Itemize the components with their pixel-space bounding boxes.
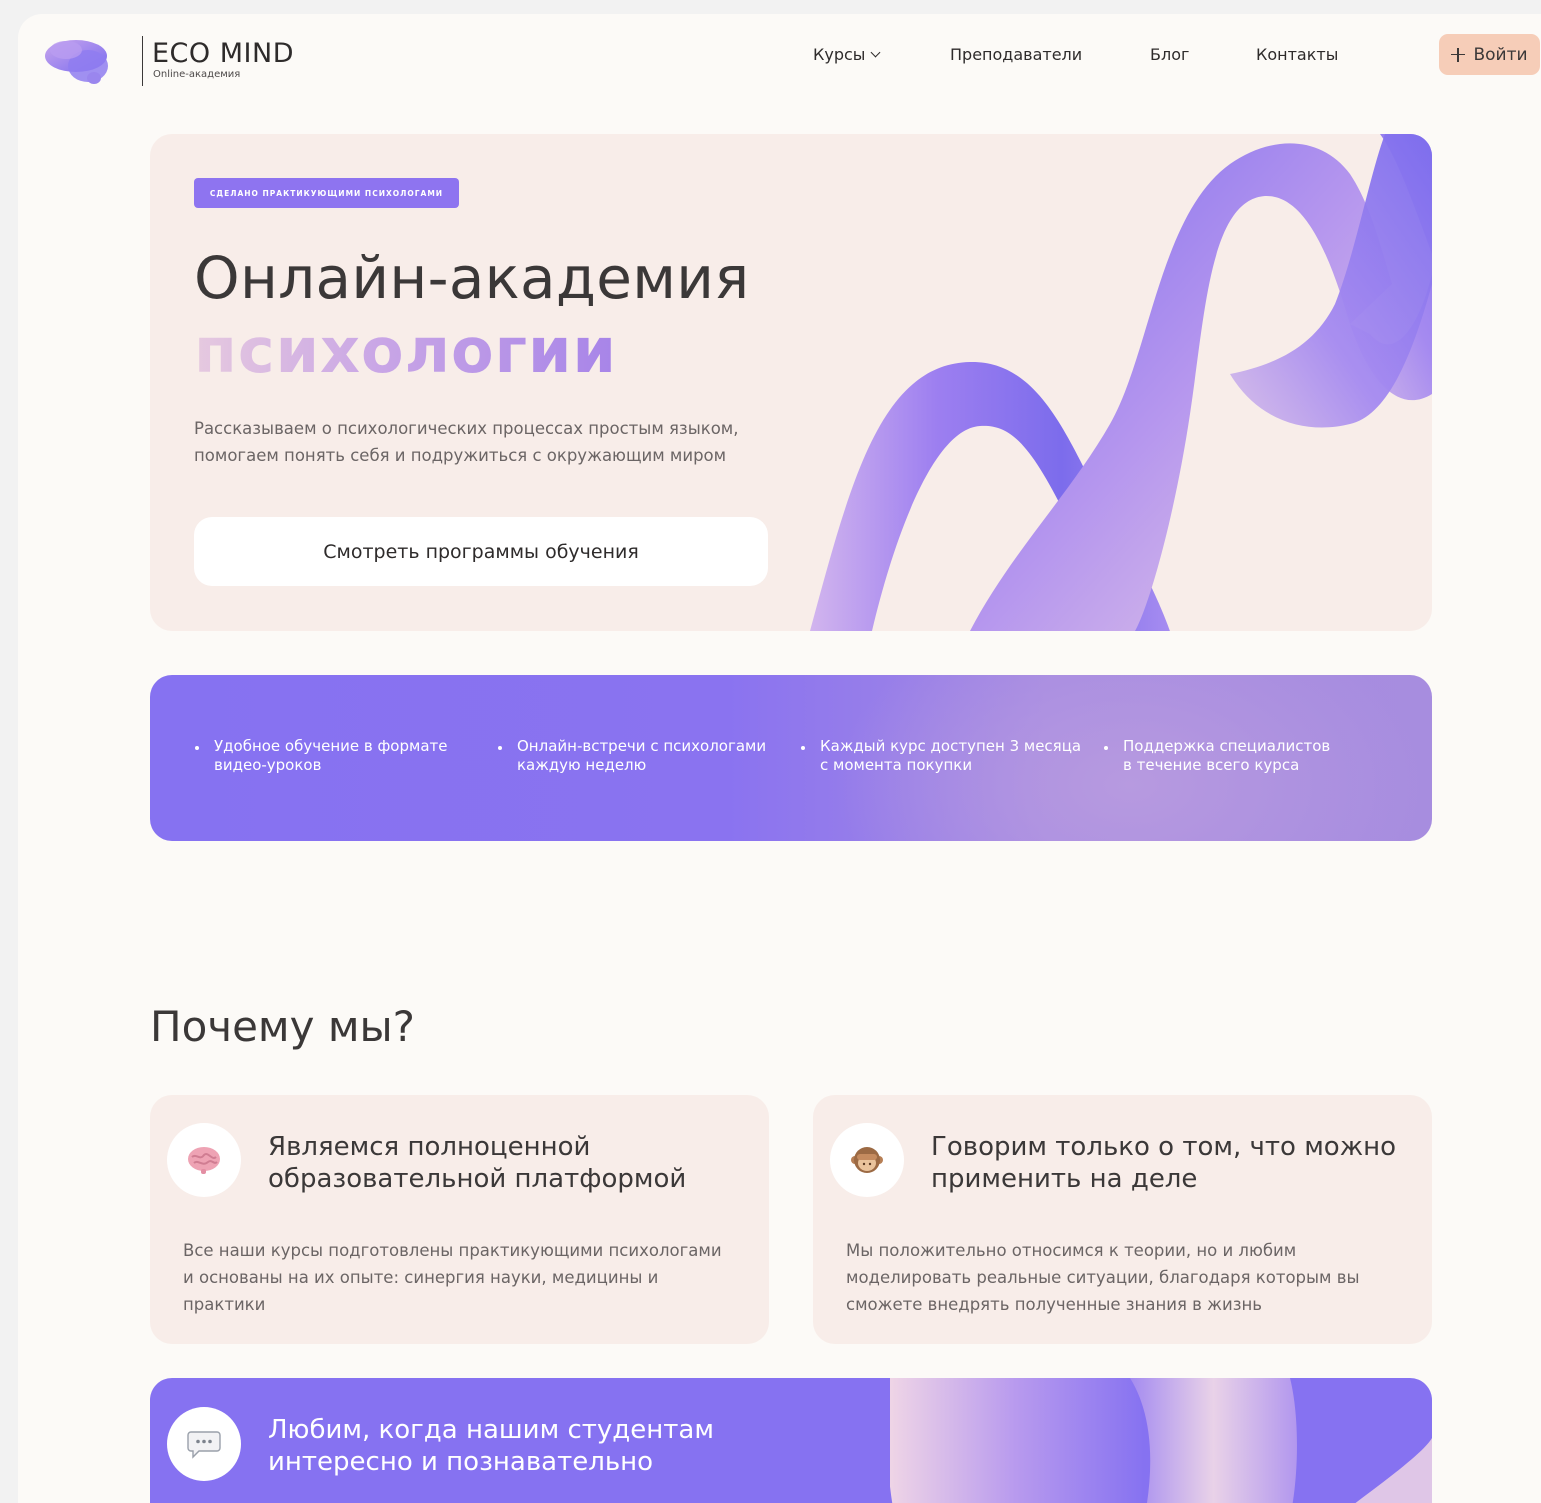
view-programs-button[interactable]: Смотреть программы обучения [194,517,768,586]
card-title-line: Являемся полноценной [268,1132,591,1162]
feature-line: Удобное обучение в формате [214,737,448,755]
hero-title-accent: психологии [194,314,617,387]
card-title-line: Говорим только о том, что можно [931,1132,1397,1162]
card-text-line: практики [183,1295,266,1314]
plus-icon [1451,47,1466,62]
card-text-line: и основаны на их опыте: синергия науки, … [183,1268,659,1287]
brand-name: ECO MIND [152,38,294,69]
card-text-line: моделировать реальные ситуации, благодар… [846,1268,1360,1287]
feature-line: каждую неделю [517,756,647,774]
card-title: Любим, когда нашим студентам интересно и… [268,1414,714,1478]
hero-section: СДЕЛАНО ПРАКТИКУЮЩИМИ ПСИХОЛОГАМИ Онлайн… [150,134,1432,631]
feature-line: видео-уроков [214,756,322,774]
monkey-icon [830,1123,904,1197]
card-text-line: Все наши курсы подготовлены практикующим… [183,1241,722,1260]
nav-blog[interactable]: Блог [1150,45,1189,67]
brain-icon [167,1123,241,1197]
nav-courses[interactable]: Курсы [813,45,881,67]
wave-ribbon-illustration [890,1378,1432,1503]
logo-divider [142,36,143,86]
card-title-line: применить на деле [931,1164,1198,1194]
feature-line: Поддержка специалистов [1123,737,1331,755]
wave-ribbon-illustration [810,134,1432,631]
chevron-down-icon [870,47,881,58]
card-title-line: интересно и познавательно [268,1447,654,1477]
feature-line: Каждый курс доступен 3 месяца [820,737,1082,755]
card-text: Мы положительно относимся к теории, но и… [846,1237,1360,1318]
logo[interactable]: ECO MIND Online-академия [44,36,294,90]
nav-teachers[interactable]: Преподаватели [950,45,1082,67]
card-title: Говорим только о том, что можно применит… [931,1131,1396,1195]
hero-badge: СДЕЛАНО ПРАКТИКУЮЩИМИ ПСИХОЛОГАМИ [194,178,459,208]
hero-description: Рассказываем о психологических процессах… [194,415,794,469]
hero-description-line: помогаем понять себя и подружиться с окр… [194,446,727,465]
feature-item: Онлайн-встречи с психологами каждую неде… [497,737,767,775]
why-us-title: Почему мы? [150,1002,415,1051]
why-card-wide: Любим, когда нашим студентам интересно и… [150,1378,1432,1503]
nav-contacts[interactable]: Контакты [1256,45,1338,67]
brand-tagline: Online-академия [153,69,241,80]
login-label: Войти [1473,44,1528,65]
card-title: Являемся полноценной образовательной пла… [268,1131,686,1195]
feature-item: Каждый курс доступен 3 месяца с момента … [800,737,1082,775]
feature-line: с момента покупки [820,756,973,774]
feature-item: Удобное обучение в формате видео-уроков [194,737,448,775]
card-title-line: Любим, когда нашим студентам [268,1415,714,1445]
feature-line: Онлайн-встречи с психологами [517,737,767,755]
speech-bubble-icon [167,1407,241,1481]
feature-line: в течение всего курса [1123,756,1300,774]
brain-logo-icon [45,40,108,84]
feature-item: Поддержка специалистов в течение всего к… [1103,737,1331,775]
page: ECO MIND Online-академия Курсы Преподава… [18,14,1541,1503]
hero-description-line: Рассказываем о психологических процессах… [194,419,739,438]
hero-title: Онлайн-академия [194,244,750,312]
login-button[interactable]: Войти [1439,34,1540,75]
card-text-line: сможете внедрять полученные знания в жиз… [846,1295,1262,1314]
nav-courses-label: Курсы [813,45,866,64]
why-card: Говорим только о том, что можно применит… [813,1095,1432,1344]
card-text: Все наши курсы подготовлены практикующим… [183,1237,722,1318]
card-title-line: образовательной платформой [268,1164,687,1194]
card-text-line: Мы положительно относимся к теории, но и… [846,1241,1297,1260]
why-card: Являемся полноценной образовательной пла… [150,1095,769,1344]
features-band: Удобное обучение в формате видео-уроков … [150,675,1432,841]
